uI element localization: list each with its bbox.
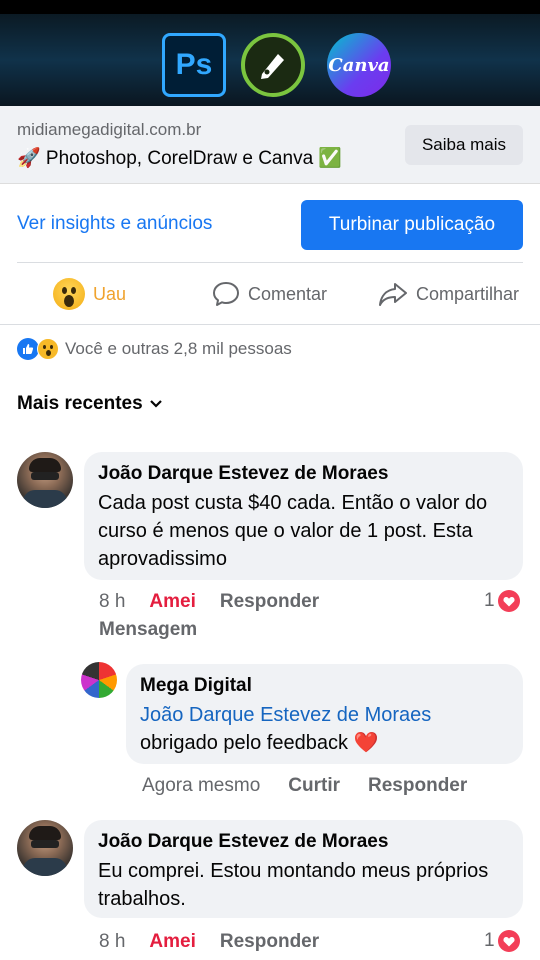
love-reaction-button[interactable]: Amei xyxy=(149,931,195,953)
message-button[interactable]: Mensagem xyxy=(99,619,197,641)
mention-link[interactable]: João Darque Estevez de Moraes xyxy=(140,701,509,729)
sort-label: Mais recentes xyxy=(17,393,143,414)
reply-author[interactable]: Mega Digital xyxy=(140,675,509,697)
wow-icon xyxy=(37,338,59,360)
avatar[interactable] xyxy=(81,662,117,698)
like-button[interactable]: Curtir xyxy=(288,775,340,797)
reactions-summary[interactable]: Você e outras 2,8 mil pessoas xyxy=(17,338,292,360)
reactions-summary-text: Você e outras 2,8 mil pessoas xyxy=(65,339,292,358)
comment-author[interactable]: João Darque Estevez de Moraes xyxy=(98,463,509,485)
reaction-button[interactable]: Uau xyxy=(53,276,126,312)
reply-meta: Agora mesmo Curtir Responder xyxy=(142,775,467,797)
reply-text: obrigado pelo feedback ❤️ xyxy=(140,732,379,754)
reply-time: Agora mesmo xyxy=(142,775,261,796)
heart-icon xyxy=(497,930,520,952)
reply-button[interactable]: Responder xyxy=(368,775,467,797)
boost-post-button[interactable]: Turbinar publicação xyxy=(301,200,523,250)
wow-emoji-icon xyxy=(53,278,85,310)
comment-meta: 8 h Amei Responder xyxy=(99,931,319,953)
comment-meta: 8 h Amei Responder xyxy=(99,591,319,613)
view-insights-link[interactable]: Ver insights e anúncios xyxy=(17,213,212,235)
comment-author[interactable]: João Darque Estevez de Moraes xyxy=(98,831,509,853)
comment-bubble: João Darque Estevez de Moraes Cada post … xyxy=(84,452,523,580)
link-preview[interactable]: midiamegadigital.com.br 🚀 Photoshop, Cor… xyxy=(0,106,540,184)
share-label: Compartilhar xyxy=(416,283,520,304)
comment-text: Cada post custa $40 cada. Então o valor … xyxy=(98,492,488,570)
comment-time: 8 h xyxy=(99,931,126,952)
photoshop-icon: Ps xyxy=(162,33,226,97)
link-preview-image[interactable]: Ps Canva xyxy=(0,14,540,106)
avatar[interactable] xyxy=(17,820,73,876)
status-strip xyxy=(0,0,540,14)
love-reaction-button[interactable]: Amei xyxy=(149,591,195,613)
canva-icon: Canva xyxy=(327,33,391,97)
comment-icon xyxy=(212,281,240,307)
reply-button[interactable]: Responder xyxy=(220,931,319,953)
share-button[interactable]: Compartilhar xyxy=(378,276,519,312)
coreldraw-icon xyxy=(241,33,305,97)
link-title: 🚀 Photoshop, CorelDraw e Canva ✅ xyxy=(17,148,343,169)
reaction-count[interactable]: 1 xyxy=(484,930,520,952)
like-icon xyxy=(17,338,39,360)
link-domain: midiamegadigital.com.br xyxy=(17,120,202,139)
divider xyxy=(0,324,540,325)
reaction-count[interactable]: 1 xyxy=(484,590,520,612)
comment-time: 8 h xyxy=(99,591,126,612)
comment-label: Comentar xyxy=(248,283,328,304)
avatar[interactable] xyxy=(17,452,73,508)
heart-icon xyxy=(497,590,520,612)
comment-text: Eu comprei. Estou montando meus próprios… xyxy=(98,860,489,910)
comment-button[interactable]: Comentar xyxy=(212,276,327,312)
sort-dropdown[interactable]: Mais recentes xyxy=(17,393,163,415)
reply-button[interactable]: Responder xyxy=(220,591,319,613)
comment-meta: Mensagem xyxy=(99,619,197,641)
chevron-down-icon xyxy=(149,400,162,408)
reaction-label: Uau xyxy=(93,283,127,304)
reaction-count-number: 1 xyxy=(484,590,495,611)
learn-more-button[interactable]: Saiba mais xyxy=(405,125,523,165)
reply-bubble: Mega Digital João Darque Estevez de Mora… xyxy=(126,664,523,764)
reaction-count-number: 1 xyxy=(484,930,495,951)
divider xyxy=(17,262,523,263)
comment-bubble: João Darque Estevez de Moraes Eu comprei… xyxy=(84,820,523,918)
share-icon xyxy=(378,281,408,307)
